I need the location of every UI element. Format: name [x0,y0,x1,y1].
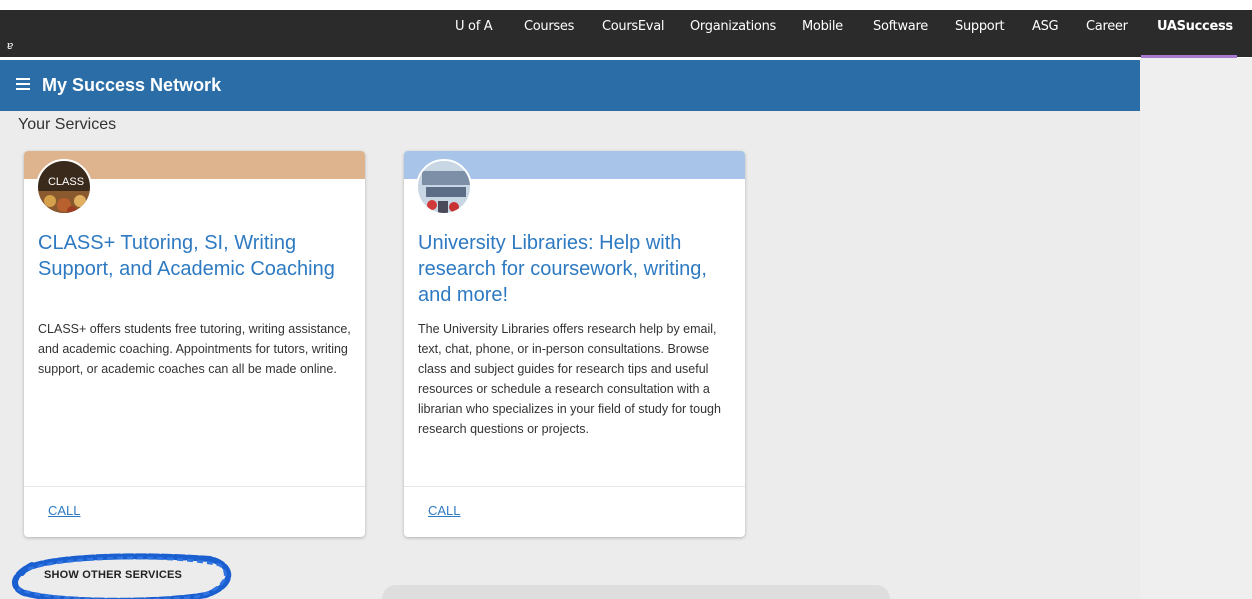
sso-icon: ɐ [7,40,14,52]
card-title[interactable]: University Libraries: Help with research… [418,230,733,308]
show-other-services-label: SHOW OTHER SERVICES [44,569,183,581]
class-plus-avatar: CLASS [36,159,92,215]
card-footer: CALL [24,486,365,537]
nav-link-support[interactable]: Support [955,19,1005,34]
app-header: My Success Network [0,60,1140,111]
hamburger-icon[interactable] [16,78,30,92]
card-description: The University Libraries offers research… [418,322,721,436]
card-title[interactable]: CLASS+ Tutoring, SI, Writing Support, an… [38,230,353,282]
nav-link-asg[interactable]: ASG [1032,19,1059,34]
card-description: CLASS+ offers students free tutoring, wr… [38,322,351,376]
page-title: My Success Network [42,75,222,95]
call-link[interactable]: CALL [428,503,461,518]
service-card-class-plus: CLASS CLASS+ Tutoring, SI, Writing Suppo… [24,151,365,537]
top-nav-bar: ɐ U of A Courses CoursEval Organizations… [0,10,1252,57]
show-other-services-button[interactable]: SHOW OTHER SERVICES [10,551,232,599]
nav-link-u-of-a[interactable]: U of A [455,19,493,34]
card-footer: CALL [404,486,745,537]
call-link[interactable]: CALL [48,503,81,518]
partial-panel [382,585,890,599]
nav-link-courseval[interactable]: CoursEval [602,19,664,34]
section-title: Your Services [18,116,117,133]
library-avatar [416,159,472,215]
nav-link-mobile[interactable]: Mobile [802,19,843,34]
main-content: Your Services CLASS CLASS+ Tutoring, SI,… [0,111,1140,599]
nav-link-software[interactable]: Software [873,19,928,34]
nav-link-uasuccess[interactable]: UASuccess [1157,19,1233,34]
nav-link-courses[interactable]: Courses [524,19,574,34]
nav-link-career[interactable]: Career [1086,19,1128,34]
nav-link-organizations[interactable]: Organizations [690,19,776,34]
service-card-university-libraries: University Libraries: Help with research… [404,151,745,537]
right-gutter [1140,58,1252,599]
top-nav-links: U of A Courses CoursEval Organizations M… [0,19,1252,39]
svg-text:CLASS: CLASS [48,176,84,188]
